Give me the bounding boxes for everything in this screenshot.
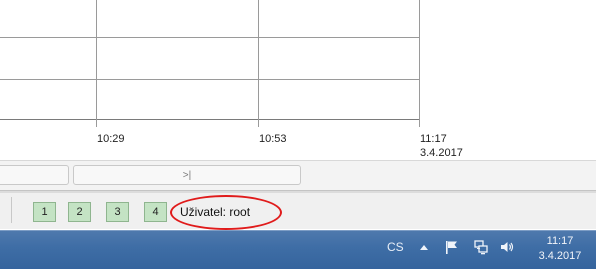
page-button-2[interactable]: 2 [68, 202, 91, 222]
clock-time: 11:17 [546, 235, 574, 247]
scroll-left-segment[interactable] [0, 165, 69, 185]
network-icon[interactable] [472, 239, 490, 255]
highlight-ellipse [170, 195, 282, 230]
x-tick-label: 10:53 [259, 133, 287, 145]
time-scroller: >| [0, 160, 596, 190]
windows-taskbar: CS 11:17 3.4.2017 [0, 230, 596, 269]
grid-line-horizontal [0, 79, 419, 80]
action-center-flag-icon[interactable] [443, 239, 461, 255]
language-indicator[interactable]: CS [387, 240, 404, 254]
page-button-3[interactable]: 3 [106, 202, 129, 222]
volume-icon[interactable] [498, 239, 516, 255]
grid-line-vertical [258, 0, 259, 127]
page-button-4[interactable]: 4 [144, 202, 167, 222]
page-button-1[interactable]: 1 [33, 202, 56, 222]
system-clock[interactable]: 11:17 3.4.2017 [530, 234, 590, 264]
chart-area: 10:29 10:53 11:17 3.4.2017 [0, 0, 596, 159]
x-tick-label: 10:29 [97, 133, 125, 145]
grid-line-vertical [419, 0, 420, 127]
x-tick-label: 11:17 [420, 133, 447, 145]
x-tick-date-label: 3.4.2017 [420, 147, 463, 159]
scroll-to-end-button[interactable]: >| [73, 165, 301, 185]
clock-date: 3.4.2017 [538, 250, 582, 262]
x-axis-line [0, 119, 419, 120]
grid-line-horizontal [0, 37, 419, 38]
status-bar: 1 2 3 4 Uživatel: root [0, 193, 596, 230]
grid-line-vertical [96, 0, 97, 127]
show-hidden-icons-arrow-icon[interactable] [418, 239, 430, 255]
scroll-to-end-label: >| [182, 169, 192, 181]
status-bar-divider [0, 197, 12, 223]
